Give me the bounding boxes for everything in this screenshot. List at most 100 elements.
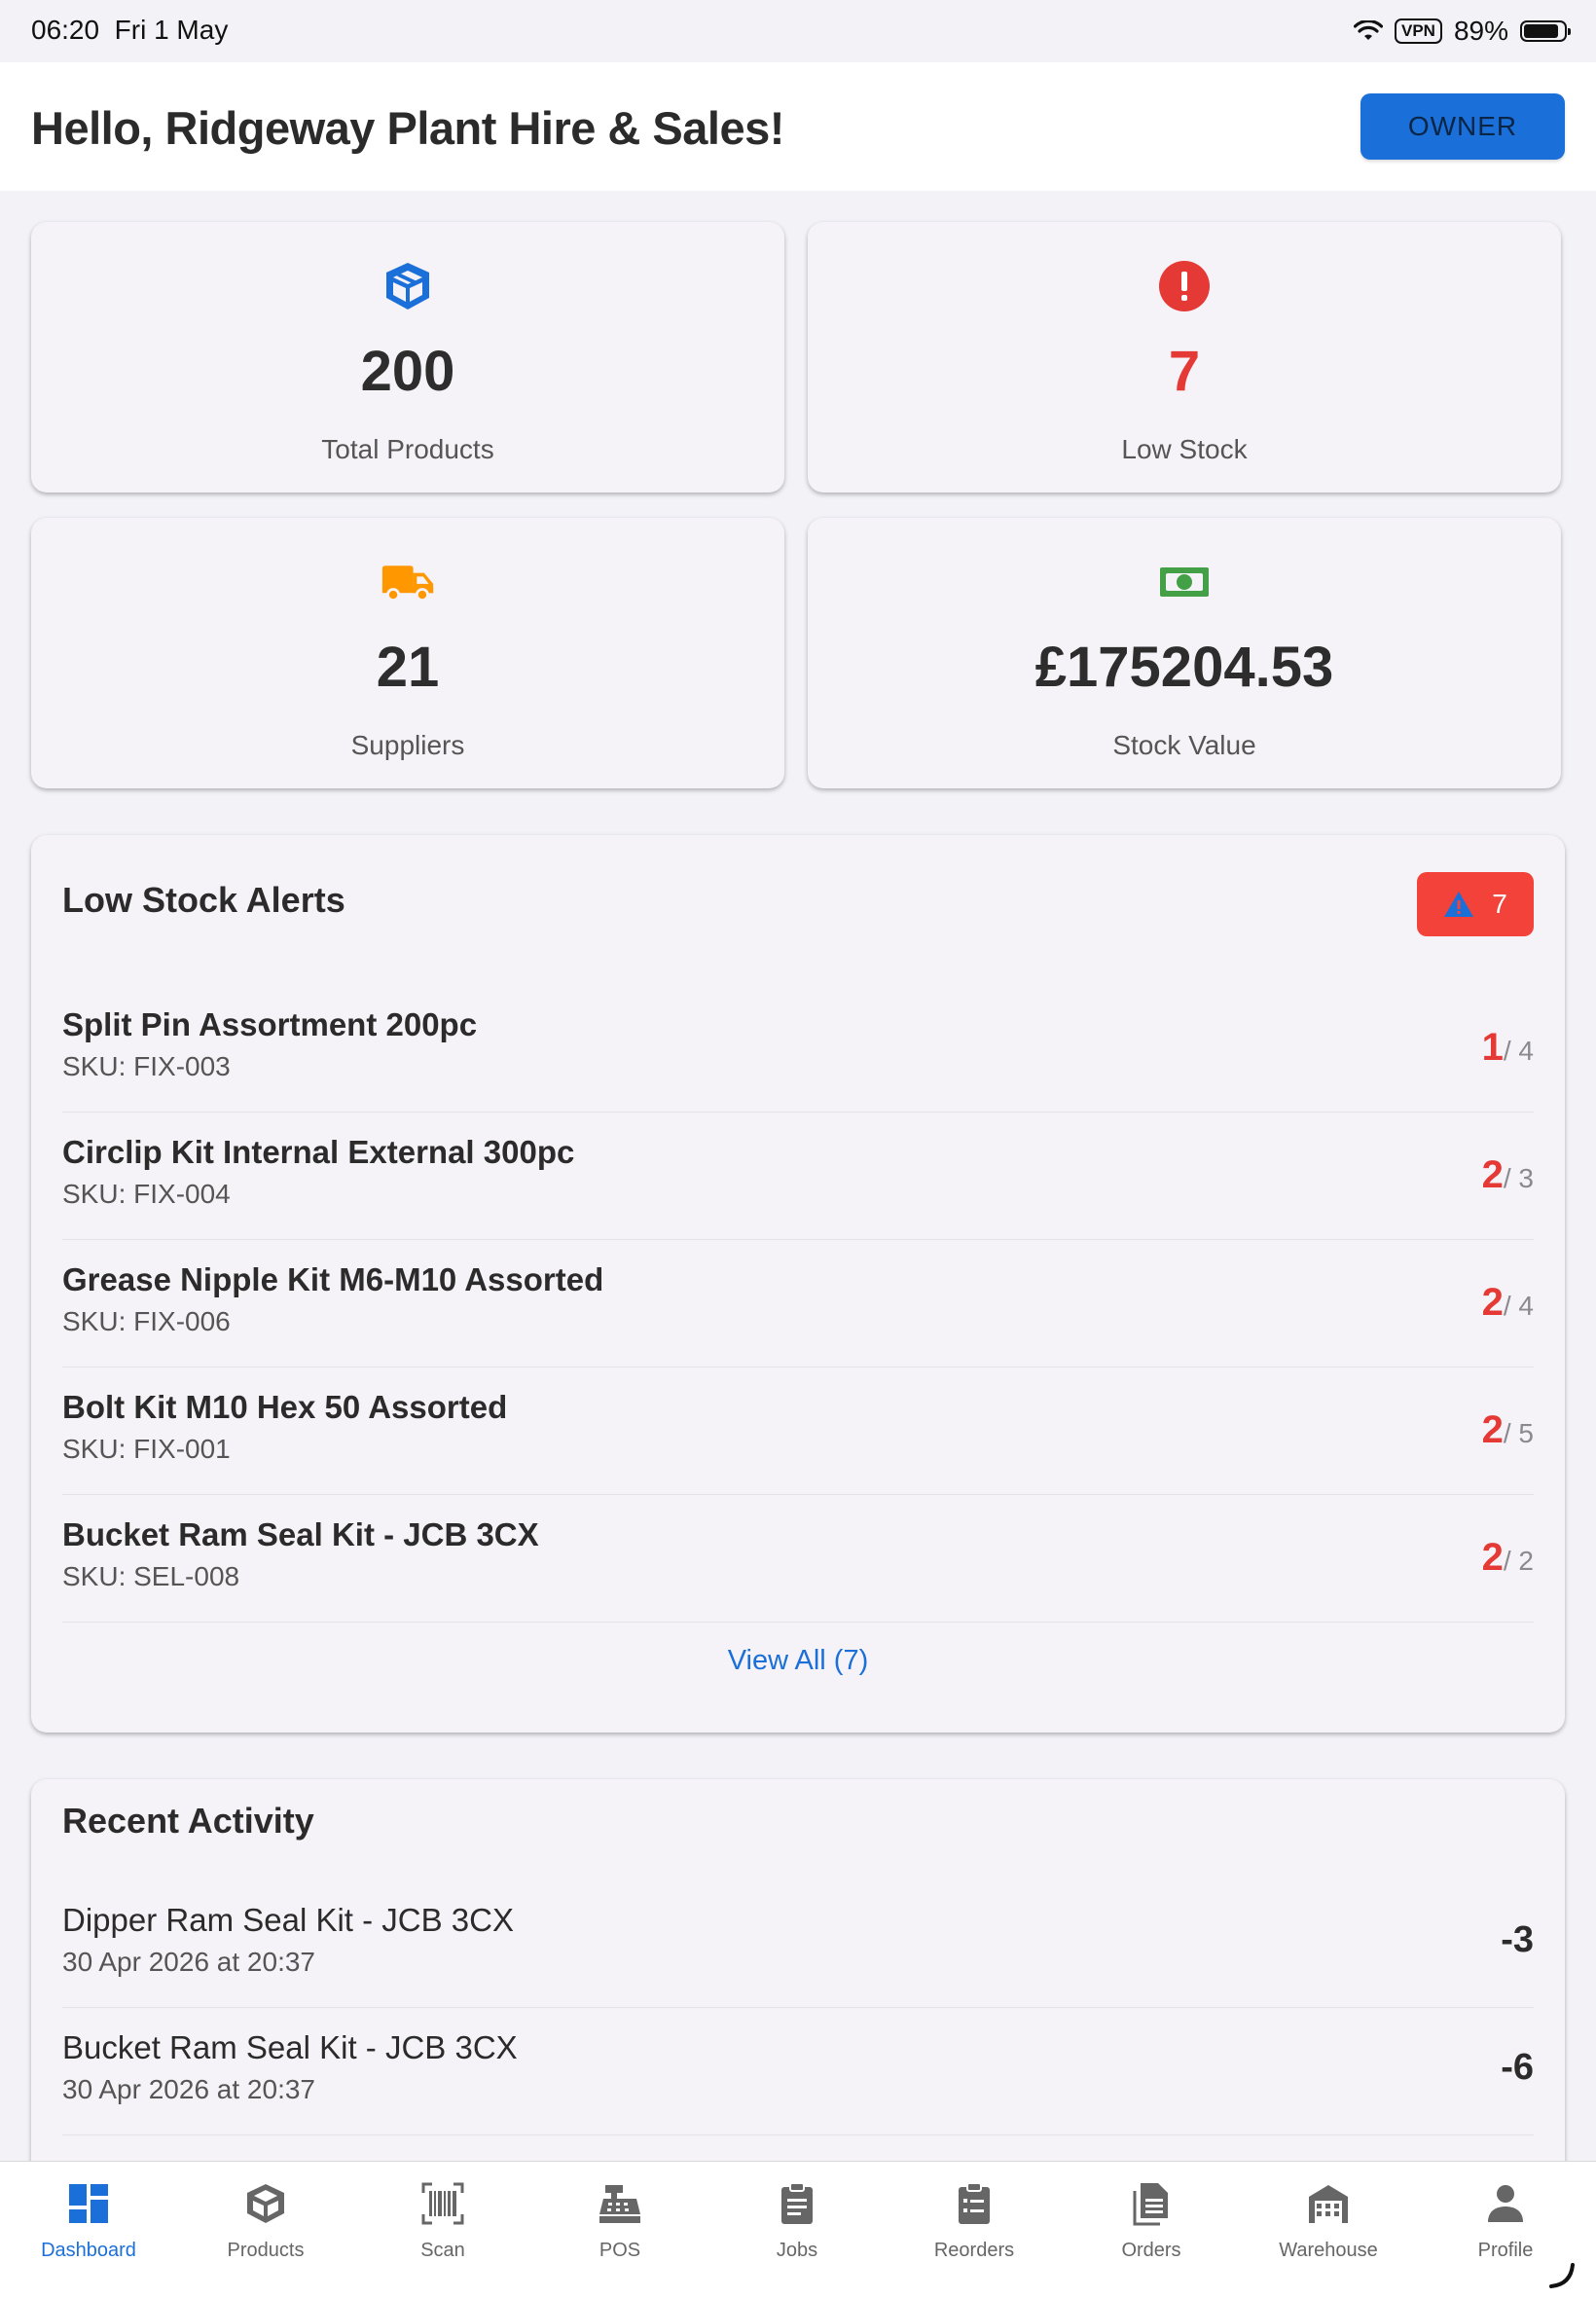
- stat-card-total-products[interactable]: 200 Total Products: [31, 222, 784, 492]
- stat-label: Total Products: [321, 434, 494, 464]
- min-stock: / 4: [1503, 1291, 1534, 1321]
- low-stock-title: Low Stock Alerts: [62, 880, 345, 920]
- person-icon: [1488, 2185, 1523, 2222]
- current-stock: 2: [1481, 1408, 1504, 1451]
- warning-icon: [1444, 892, 1474, 917]
- documents-icon: [1133, 2183, 1168, 2226]
- activity-date: 30 Apr 2026 at 20:37: [62, 1947, 315, 1977]
- current-stock: 2: [1481, 1281, 1504, 1324]
- greeting-title: Hello, Ridgeway Plant Hire & Sales!: [31, 102, 784, 154]
- low-stock-item[interactable]: Grease Nipple Kit M6-M10 Assorted SKU: F…: [62, 1240, 1534, 1368]
- product-name: Split Pin Assortment 200pc: [62, 1006, 478, 1042]
- product-name: Grease Nipple Kit M6-M10 Assorted: [62, 1261, 604, 1297]
- role-button[interactable]: OWNER: [1360, 93, 1565, 160]
- bottom-tab-bar: Dashboard Products Scan POS Jobs Reorder…: [0, 2161, 1596, 2298]
- product-name: Circlip Kit Internal External 300pc: [62, 1134, 575, 1170]
- tab-label: POS: [598, 2240, 641, 2261]
- view-all-link[interactable]: View All (7): [31, 1645, 1565, 1677]
- activity-product-name: Dipper Ram Seal Kit - JCB 3CX: [62, 1902, 514, 1938]
- warehouse-icon: [1309, 2185, 1348, 2223]
- product-sku: SKU: FIX-004: [62, 1179, 231, 1209]
- tab-jobs[interactable]: Jobs: [708, 2162, 886, 2298]
- vpn-indicator: VPN: [1394, 18, 1442, 44]
- cash-icon: [1157, 555, 1212, 609]
- stat-label: Suppliers: [350, 730, 465, 760]
- tab-reorders[interactable]: Reorders: [886, 2162, 1063, 2298]
- tab-label: Scan: [420, 2240, 465, 2261]
- tab-label: Reorders: [933, 2240, 1015, 2261]
- min-stock: / 4: [1503, 1036, 1534, 1066]
- stat-value: £175204.53: [1034, 636, 1334, 699]
- product-name: Bolt Kit M10 Hex 50 Assorted: [62, 1389, 508, 1425]
- min-stock: / 5: [1503, 1418, 1534, 1448]
- cube-icon: [381, 259, 435, 313]
- stat-value: 200: [360, 340, 455, 403]
- low-stock-alerts-card: Low Stock Alerts 7 Split Pin Assortment …: [31, 835, 1565, 1733]
- low-stock-item[interactable]: Circlip Kit Internal External 300pc SKU:…: [62, 1113, 1534, 1240]
- product-sku: SKU: FIX-006: [62, 1306, 231, 1336]
- app-header: Hello, Ridgeway Plant Hire & Sales! OWNE…: [0, 62, 1596, 191]
- tab-products[interactable]: Products: [177, 2162, 354, 2298]
- clipboard-icon: [781, 2182, 813, 2224]
- cash-register-icon: [599, 2185, 640, 2223]
- tab-label: Profile: [1477, 2240, 1534, 2261]
- low-stock-item[interactable]: Bolt Kit M10 Hex 50 Assorted SKU: FIX-00…: [62, 1368, 1534, 1495]
- cube-icon: [247, 2184, 284, 2223]
- low-stock-item[interactable]: Bucket Ram Seal Kit - JCB 3CX SKU: SEL-0…: [62, 1495, 1534, 1623]
- clipboard-list-icon: [959, 2182, 990, 2224]
- tab-pos[interactable]: POS: [531, 2162, 708, 2298]
- stock-quantity: 2/ 3: [1482, 1153, 1534, 1197]
- stock-quantity: 2/ 4: [1482, 1281, 1534, 1325]
- status-time: 06:20 Fri 1 May: [31, 15, 228, 46]
- product-name: Bucket Ram Seal Kit - JCB 3CX: [62, 1516, 539, 1552]
- stat-value: 7: [1168, 340, 1201, 403]
- product-sku: SKU: FIX-001: [62, 1434, 231, 1464]
- low-stock-item[interactable]: Split Pin Assortment 200pc SKU: FIX-003 …: [62, 985, 1534, 1113]
- tab-label: Jobs: [776, 2240, 818, 2261]
- activity-item[interactable]: Dipper Ram Seal Kit - JCB 3CX 30 Apr 202…: [62, 1880, 1534, 2008]
- clock-date: Fri 1 May: [114, 15, 229, 45]
- badge-count: 7: [1492, 889, 1507, 919]
- stat-value: 21: [376, 636, 440, 699]
- min-stock: / 3: [1503, 1163, 1534, 1193]
- activity-quantity-change: -6: [1501, 2047, 1534, 2088]
- tab-dashboard[interactable]: Dashboard: [0, 2162, 177, 2298]
- product-sku: SKU: SEL-008: [62, 1561, 240, 1591]
- activity-quantity-change: -3: [1501, 1919, 1534, 1960]
- tab-orders[interactable]: Orders: [1063, 2162, 1240, 2298]
- stat-label: Stock Value: [1112, 730, 1256, 760]
- resize-handle-icon: [1549, 2263, 1575, 2288]
- battery-percent: 89%: [1453, 16, 1508, 46]
- tab-label: Products: [227, 2240, 305, 2261]
- stock-quantity: 2/ 2: [1482, 1536, 1534, 1580]
- tab-scan[interactable]: Scan: [354, 2162, 531, 2298]
- min-stock: / 2: [1503, 1546, 1534, 1576]
- low-stock-count-badge: 7: [1417, 872, 1534, 936]
- activity-item[interactable]: Bucket Ram Seal Kit - JCB 3CX 30 Apr 202…: [62, 2008, 1534, 2135]
- recent-activity-title: Recent Activity: [62, 1801, 314, 1841]
- activity-product-name: Bucket Ram Seal Kit - JCB 3CX: [62, 2029, 518, 2065]
- stock-quantity: 2/ 5: [1482, 1408, 1534, 1452]
- current-stock: 1: [1481, 1026, 1504, 1069]
- wifi-icon: [1353, 20, 1383, 40]
- dashboard-icon: [69, 2184, 108, 2223]
- battery-icon: [1520, 20, 1571, 42]
- stat-card-low-stock[interactable]: 7 Low Stock: [808, 222, 1561, 492]
- status-indicators: VPN 89%: [1353, 14, 1571, 49]
- current-stock: 2: [1481, 1536, 1504, 1579]
- tab-label: Dashboard: [41, 2240, 136, 2261]
- clock-time: 06:20: [31, 15, 100, 45]
- stock-quantity: 1/ 4: [1482, 1026, 1534, 1070]
- tab-label: Warehouse: [1279, 2240, 1378, 2261]
- truck-icon: [381, 555, 435, 609]
- stat-label: Low Stock: [1121, 434, 1248, 464]
- current-stock: 2: [1481, 1153, 1504, 1196]
- alert-circle-icon: [1157, 259, 1212, 313]
- status-bar: 06:20 Fri 1 May VPN 89%: [0, 0, 1596, 62]
- activity-date: 30 Apr 2026 at 20:37: [62, 2074, 315, 2104]
- stat-card-stock-value[interactable]: £175204.53 Stock Value: [808, 518, 1561, 788]
- tab-warehouse[interactable]: Warehouse: [1240, 2162, 1417, 2298]
- stat-card-suppliers[interactable]: 21 Suppliers: [31, 518, 784, 788]
- barcode-icon: [421, 2182, 464, 2225]
- tab-label: Orders: [1121, 2240, 1181, 2261]
